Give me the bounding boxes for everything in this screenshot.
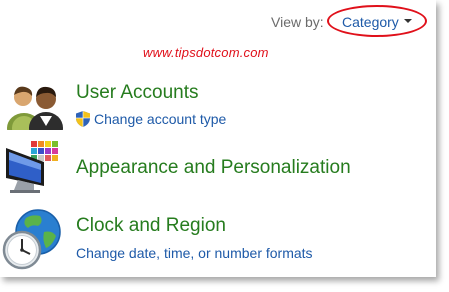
shield-icon [76, 111, 90, 127]
users-icon[interactable] [6, 82, 64, 130]
link-change-account-type[interactable]: Change account type [94, 111, 226, 127]
chevron-down-icon [403, 19, 412, 24]
monitor-palette-icon[interactable] [4, 140, 64, 196]
control-panel-window: View by: Category www.tipsdotcom.com Use… [0, 0, 436, 277]
category-title-clock-region[interactable]: Clock and Region [76, 215, 226, 237]
category-title-appearance[interactable]: Appearance and Personalization [76, 157, 351, 179]
view-by-label: View by: [271, 14, 324, 30]
clock-globe-icon[interactable] [2, 208, 64, 272]
watermark-text: www.tipsdotcom.com [143, 45, 269, 60]
category-title-user-accounts[interactable]: User Accounts [76, 82, 199, 104]
view-by-value: Category [342, 14, 399, 30]
view-by-dropdown[interactable]: Category [342, 14, 412, 30]
link-change-date-time-formats[interactable]: Change date, time, or number formats [76, 245, 313, 261]
